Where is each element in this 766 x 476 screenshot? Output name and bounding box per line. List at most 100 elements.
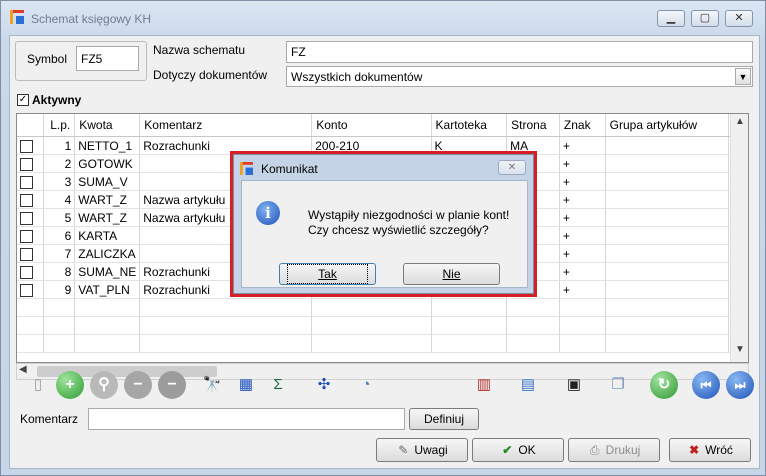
remove-row-icon[interactable]: − [124, 371, 152, 399]
cell-strona[interactable] [506, 298, 560, 317]
cell-select[interactable] [17, 262, 45, 281]
cell-kartoteka[interactable] [431, 298, 508, 317]
cell-znak[interactable]: + [559, 208, 606, 227]
dialog-close-button[interactable]: ✕ [498, 160, 526, 175]
binoculars-icon[interactable]: 🔭 [198, 371, 226, 399]
aktywny-checkbox[interactable]: ✓ [17, 94, 29, 106]
scroll-down-icon[interactable]: ▼ [732, 344, 748, 360]
cell-strona[interactable] [506, 316, 560, 335]
cell-grupa-artykulow[interactable] [605, 172, 730, 191]
row-checkbox[interactable] [20, 193, 33, 207]
symbol-input[interactable]: FZ5 [76, 46, 139, 71]
cell-znak[interactable]: + [559, 280, 606, 299]
formula-sum-icon[interactable]: Σ [264, 371, 292, 399]
cell-lp[interactable]: 8 [43, 262, 76, 281]
cell-select[interactable] [17, 280, 45, 299]
dotyczy-select[interactable]: Wszystkich dokumentów ▼ [286, 66, 753, 87]
col-header-grupa-artykulow[interactable]: Grupa artykułów [605, 114, 730, 137]
cell-znak[interactable]: + [559, 154, 606, 173]
cell-grupa-artykulow[interactable] [605, 334, 730, 353]
cell-kwota[interactable]: ZALICZKA [74, 244, 141, 263]
cell-komentarz[interactable] [139, 298, 313, 317]
chevron-down-icon[interactable]: ▼ [735, 68, 751, 85]
nazwa-schematu-input[interactable]: FZ [286, 41, 753, 63]
save-disk-icon[interactable]: ▣ [560, 371, 588, 399]
row-checkbox[interactable] [20, 139, 33, 153]
wroc-button[interactable]: ✖ Wróć [669, 438, 751, 462]
cell-kwota[interactable]: NETTO_1 [74, 136, 141, 155]
tak-button[interactable]: Tak [279, 263, 376, 285]
cell-grupa-artykulow[interactable] [605, 190, 730, 209]
row-checkbox[interactable] [20, 265, 33, 279]
cell-kartoteka[interactable] [431, 334, 508, 353]
row-checkbox[interactable] [20, 157, 33, 171]
network-nodes-icon[interactable]: ✣ [310, 371, 338, 399]
cell-kwota[interactable]: SUMA_NE [74, 262, 141, 281]
cell-lp[interactable]: 3 [43, 172, 76, 191]
row-checkbox[interactable] [20, 229, 33, 243]
cell-kwota[interactable] [74, 298, 141, 317]
refresh-icon[interactable]: ↻ [650, 371, 678, 399]
cell-kwota[interactable]: SUMA_V [74, 172, 141, 191]
col-header-kartoteka[interactable]: Kartoteka [431, 114, 508, 137]
cell-select[interactable] [17, 190, 45, 209]
cell-znak[interactable]: + [559, 226, 606, 245]
ok-button[interactable]: ✔ OK [472, 438, 564, 462]
table-row[interactable] [17, 298, 748, 317]
cell-lp[interactable]: 5 [43, 208, 76, 227]
col-header-strona[interactable]: Strona [506, 114, 560, 137]
cell-grupa-artykulow[interactable] [605, 298, 730, 317]
cell-znak[interactable]: + [559, 136, 606, 155]
cell-konto[interactable] [311, 298, 432, 317]
row-checkbox[interactable] [20, 211, 33, 225]
title-bar[interactable]: Schemat księgowy KH ▁ ▢ ✕ [1, 1, 765, 35]
add-row-icon[interactable]: + [56, 371, 84, 399]
cell-kartoteka[interactable] [431, 316, 508, 335]
cell-select[interactable] [17, 136, 45, 155]
cell-znak[interactable] [559, 298, 606, 317]
cell-lp[interactable]: 9 [43, 280, 76, 299]
cell-znak[interactable]: + [559, 244, 606, 263]
nie-button[interactable]: Nie [403, 263, 500, 285]
cell-grupa-artykulow[interactable] [605, 208, 730, 227]
cell-grupa-artykulow[interactable] [605, 244, 730, 263]
cell-znak[interactable] [559, 316, 606, 335]
col-header-komentarz[interactable]: Komentarz [139, 114, 313, 137]
cell-kwota[interactable] [74, 316, 141, 335]
minimize-button[interactable]: ▁ [657, 10, 685, 27]
cell-kwota[interactable] [74, 334, 141, 353]
bar-chart-icon[interactable]: ▥ [470, 371, 498, 399]
last-record-icon[interactable]: ⏭ [726, 371, 754, 399]
edit-search-icon[interactable]: ⚲ [90, 371, 118, 399]
cell-grupa-artykulow[interactable] [605, 262, 730, 281]
document-list-icon[interactable]: ▤ [514, 371, 542, 399]
cell-select[interactable] [17, 208, 45, 227]
close-button[interactable]: ✕ [725, 10, 753, 27]
cell-grupa-artykulow[interactable] [605, 136, 730, 155]
cell-konto[interactable] [311, 334, 432, 353]
cell-grupa-artykulow[interactable] [605, 154, 730, 173]
col-header-znak[interactable]: Znak [559, 114, 606, 137]
cell-lp[interactable]: 2 [43, 154, 76, 173]
cell-kwota[interactable]: VAT_PLN [74, 280, 141, 299]
col-header-lp[interactable]: L.p. [43, 114, 76, 137]
uwagi-button[interactable]: ✎ Uwagi [376, 438, 468, 462]
calendar-grid-icon[interactable]: ▦ [232, 371, 260, 399]
cell-select[interactable] [17, 172, 45, 191]
cell-lp[interactable]: 6 [43, 226, 76, 245]
row-checkbox[interactable] [20, 247, 33, 261]
cell-kwota[interactable]: GOTOWK [74, 154, 141, 173]
col-header-select[interactable] [17, 114, 45, 137]
cell-select[interactable] [17, 298, 45, 317]
cell-lp[interactable]: 1 [43, 136, 76, 155]
cell-grupa-artykulow[interactable] [605, 280, 730, 299]
komentarz-input[interactable] [88, 408, 405, 430]
table-row[interactable] [17, 316, 748, 335]
table-row[interactable] [17, 334, 748, 353]
cell-konto[interactable] [311, 316, 432, 335]
cell-lp[interactable] [43, 334, 76, 353]
cell-lp[interactable]: 7 [43, 244, 76, 263]
cell-kwota[interactable]: WART_Z [74, 190, 141, 209]
cell-lp[interactable]: 4 [43, 190, 76, 209]
vertical-scrollbar[interactable]: ▲ ▼ [730, 114, 748, 362]
